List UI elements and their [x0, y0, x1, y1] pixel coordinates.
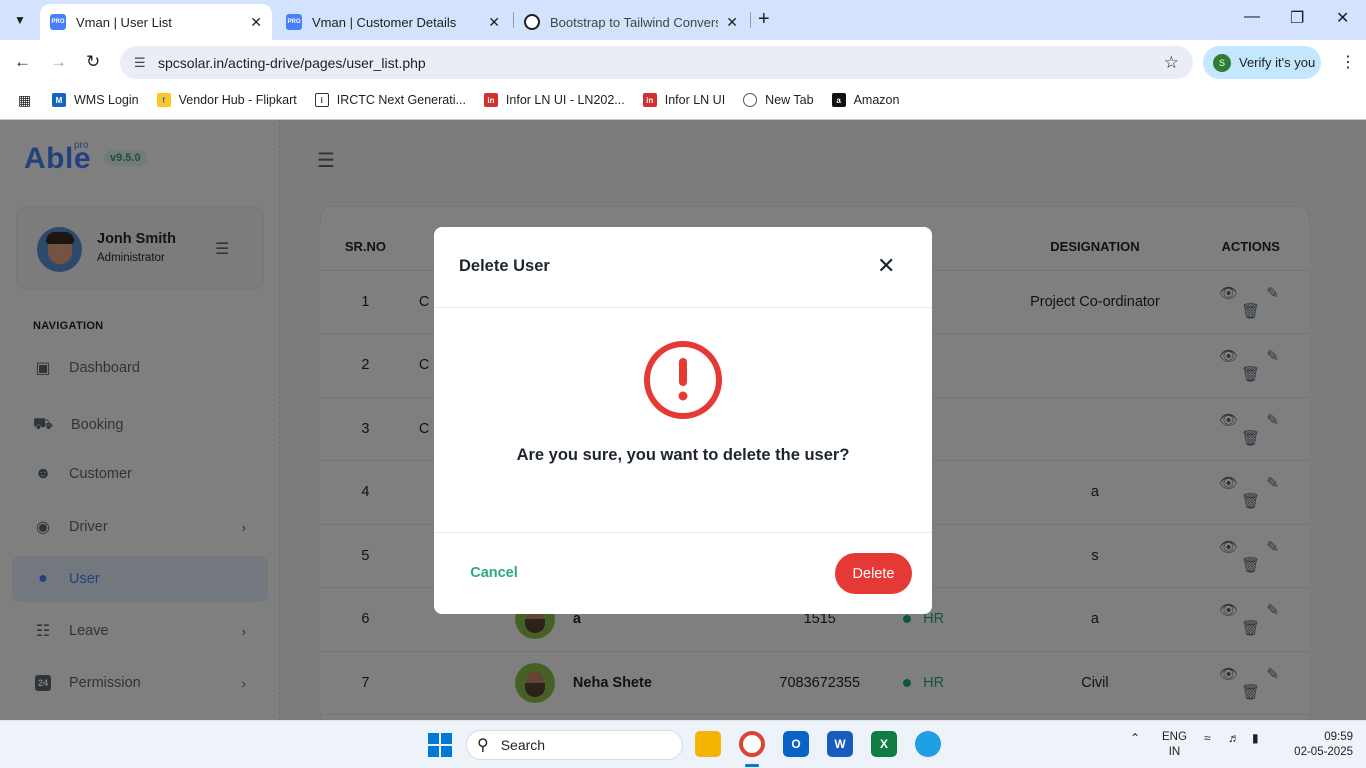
search-placeholder: Search [500, 737, 546, 753]
tab-title: Bootstrap to Tailwind Conversio [550, 14, 719, 30]
bookmark-wms-login[interactable]: M WMS Login [52, 93, 139, 107]
apps-grid-icon[interactable]: ▦ [18, 92, 34, 109]
restore-icon[interactable]: ❐ [1290, 8, 1304, 28]
exclamation-alert-icon [644, 341, 722, 419]
browser-tab-bootstrap-tailwind[interactable]: Bootstrap to Tailwind Conversio ✕ [514, 4, 748, 40]
close-tab-icon[interactable]: ✕ [250, 14, 262, 31]
wms-icon: M [52, 93, 66, 107]
bookmark-label: WMS Login [74, 93, 139, 107]
close-tab-icon[interactable]: ✕ [488, 14, 500, 31]
bookmark-label: Infor LN UI [664, 93, 726, 107]
taskbar-search-box[interactable]: ⚲ Search [466, 730, 683, 760]
minimize-icon[interactable]: — [1244, 8, 1260, 26]
close-tab-icon[interactable]: ✕ [726, 14, 738, 31]
modal-footer-divider [434, 532, 932, 533]
infor-icon: in [483, 93, 498, 107]
irctc-icon: i [314, 93, 329, 107]
tab-title: Vman | User List [76, 14, 172, 30]
volume-icon[interactable]: ♬ [1228, 731, 1240, 745]
active-app-indicator [745, 764, 759, 767]
infor-icon: in [642, 93, 657, 107]
outlook-icon[interactable]: O [783, 731, 809, 757]
chatgpt-icon [524, 14, 540, 30]
word-icon[interactable]: W [827, 731, 853, 757]
amazon-icon: a [831, 93, 846, 107]
confirm-message: Are you sure, you want to delete the use… [516, 446, 850, 464]
browser-menu-kebab-icon[interactable]: ⋮ [1340, 52, 1356, 72]
bookmark-amazon[interactable]: a Amazon [831, 93, 900, 107]
battery-icon[interactable]: ▮ [1252, 731, 1259, 745]
browser-toolbar: ← → ↻ ☰ spcsolar.in/acting-drive/pages/u… [0, 40, 1366, 86]
browser-tabstrip: ▼ PRO Vman | User List ✕ PRO Vman | Cust… [0, 0, 1366, 40]
pro-favicon-icon: PRO [286, 14, 302, 30]
windows-taskbar: ⚲ Search O W X ⌃ ENG IN ≈ ♬ ▮ 09:59 02-0… [0, 720, 1366, 768]
system-clock[interactable]: 09:59 02-05-2025 [1294, 730, 1353, 760]
delete-button[interactable]: Delete [835, 553, 912, 594]
bookmark-label: IRCTC Next Generati... [336, 93, 466, 107]
bookmark-infor-ln202[interactable]: in Infor LN UI - LN202... [483, 93, 625, 107]
cancel-button[interactable]: Cancel [459, 553, 529, 593]
tab-title: Vman | Customer Details [312, 14, 457, 30]
search-icon: ⚲ [477, 737, 489, 754]
tab-separator [750, 12, 751, 28]
chrome-icon[interactable] [739, 731, 765, 757]
forward-arrow-icon[interactable]: → [50, 52, 67, 72]
close-icon[interactable]: ✕ [877, 255, 895, 277]
browser-tab-customer-details[interactable]: PRO Vman | Customer Details ✕ [276, 4, 510, 40]
modal-header-divider [434, 307, 932, 308]
browser-tab-user-list[interactable]: PRO Vman | User List ✕ [40, 4, 272, 40]
bookmark-flipkart[interactable]: f Vendor Hub - Flipkart [156, 93, 297, 107]
language-indicator[interactable]: ENG IN [1162, 730, 1187, 760]
bookmark-label: Infor LN UI - LN202... [505, 93, 625, 107]
address-bar[interactable]: ☰ spcsolar.in/acting-drive/pages/user_li… [120, 46, 1193, 79]
new-tab-plus-icon[interactable]: + [758, 8, 770, 30]
tray-chevron-up-icon[interactable]: ⌃ [1130, 731, 1140, 745]
bookmark-infor-ln-ui[interactable]: in Infor LN UI [642, 93, 726, 107]
back-arrow-icon[interactable]: ← [14, 52, 31, 72]
window-close-icon[interactable]: ✕ [1336, 8, 1349, 28]
excel-icon[interactable]: X [871, 731, 897, 757]
edge-icon[interactable] [915, 731, 941, 757]
bookmark-label: New Tab [765, 93, 814, 107]
bookmark-irctc[interactable]: i IRCTC Next Generati... [314, 93, 466, 107]
bookmark-label: Amazon [853, 93, 900, 107]
profile-verify-button[interactable]: S Verify it's you [1203, 46, 1321, 79]
delete-user-dialog: Delete User ✕ Are you sure, you want to … [434, 227, 932, 614]
clock-time: 09:59 [1324, 731, 1353, 743]
verify-label: Verify it's you [1239, 55, 1316, 70]
windows-start-icon[interactable] [428, 733, 452, 757]
pro-favicon-icon: PRO [50, 14, 66, 30]
file-explorer-icon[interactable] [695, 731, 721, 757]
bookmark-star-icon[interactable]: ☆ [1164, 53, 1179, 73]
profile-avatar: S [1213, 53, 1231, 72]
bookmark-new-tab[interactable]: New Tab [743, 93, 814, 107]
clock-date: 02-05-2025 [1294, 746, 1353, 758]
globe-icon [743, 93, 758, 107]
wifi-icon[interactable]: ≈ [1204, 731, 1211, 745]
site-info-icon[interactable]: ☰ [134, 55, 150, 71]
modal-title: Delete User [459, 257, 550, 275]
lang-bottom: IN [1168, 746, 1181, 758]
flipkart-icon: f [156, 93, 171, 107]
bookmarks-bar: ▦ M WMS Login f Vendor Hub - Flipkart i … [0, 86, 1366, 114]
reload-icon[interactable]: ↻ [86, 52, 100, 72]
lang-top: ENG [1162, 731, 1187, 743]
url-text[interactable]: spcsolar.in/acting-drive/pages/user_list… [158, 55, 426, 71]
tab-search-chevron-icon[interactable]: ▼ [8, 8, 32, 32]
bookmark-label: Vendor Hub - Flipkart [178, 93, 297, 107]
